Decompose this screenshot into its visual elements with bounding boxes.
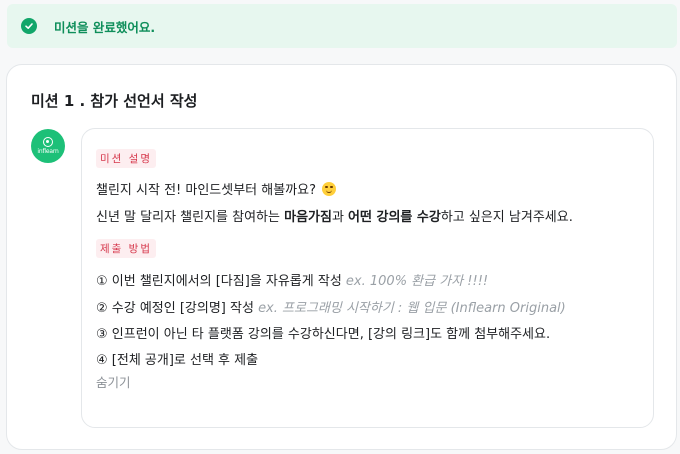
grinning-face-emoji-icon	[322, 182, 337, 196]
inflearn-logo-avatar: inflearn	[31, 129, 65, 163]
mission-description-bubble: 미션 설명 챌린지 시작 전! 마인드셋부터 해볼까요? 신년 말 달리자 챌린…	[81, 128, 654, 428]
check-circle-icon	[21, 18, 37, 34]
description-line-1-text: 챌린지 시작 전! 마인드셋부터 해볼까요?	[96, 183, 317, 198]
description-line-2-c: 과	[331, 210, 349, 225]
step-text: ① 이번 챌린지에서의 [다짐]을 자유롭게 작성	[96, 274, 346, 289]
step-text: ③ 인프런이 아닌 타 플랫폼 강의를 수강하신다면, [강의 링크]도 함께 …	[96, 327, 551, 342]
completion-toast: 미션을 완료했어요.	[7, 4, 677, 48]
hide-button[interactable]: 숨기기	[96, 372, 131, 391]
mission-title: 미션 1 . 참가 선언서 작성	[31, 92, 198, 110]
step-item: ② 수강 예정인 [강의명] 작성 ex. 프로그래밍 시작하기 : 웹 입문 …	[96, 297, 566, 316]
step-item: ① 이번 챌린지에서의 [다짐]을 자유롭게 작성 ex. 100% 환급 가자…	[96, 270, 488, 289]
step-item: ③ 인프런이 아닌 타 플랫폼 강의를 수강하신다면, [강의 링크]도 함께 …	[96, 323, 550, 342]
submission-method-tag: 제출 방법	[96, 239, 156, 258]
description-emphasis-1: 마음가짐	[284, 210, 332, 225]
description-emphasis-2: 어떤 강의를 수강	[348, 210, 441, 225]
toast-message: 미션을 완료했어요.	[54, 19, 156, 35]
description-line-2-e: 하고 싶은지 남겨주세요.	[440, 210, 573, 225]
step-example: ex. 프로그래밍 시작하기 : 웹 입문 (Inflearn Original…	[258, 301, 566, 316]
description-line-2-a: 신년 말 달리자 챌린지를 참여하는	[96, 210, 285, 225]
description-tag: 미션 설명	[96, 149, 156, 168]
step-item: ④ [전체 공개]로 선택 후 제출	[96, 349, 258, 368]
description-line-2: 신년 말 달리자 챌린지를 참여하는 마음가짐과 어떤 강의를 수강하고 싶은지…	[96, 206, 573, 225]
step-example: ex. 100% 환급 가자 !!!!	[345, 274, 489, 289]
step-text: ④ [전체 공개]로 선택 후 제출	[96, 353, 259, 368]
step-text: ② 수강 예정인 [강의명] 작성	[96, 301, 259, 316]
mission-card: 미션 1 . 참가 선언서 작성 inflearn 미션 설명 챌린지 시작 전…	[6, 64, 677, 450]
description-line-1: 챌린지 시작 전! 마인드셋부터 해볼까요?	[96, 179, 337, 198]
avatar-label: inflearn	[37, 148, 59, 155]
inflearn-logo-icon	[43, 137, 53, 147]
